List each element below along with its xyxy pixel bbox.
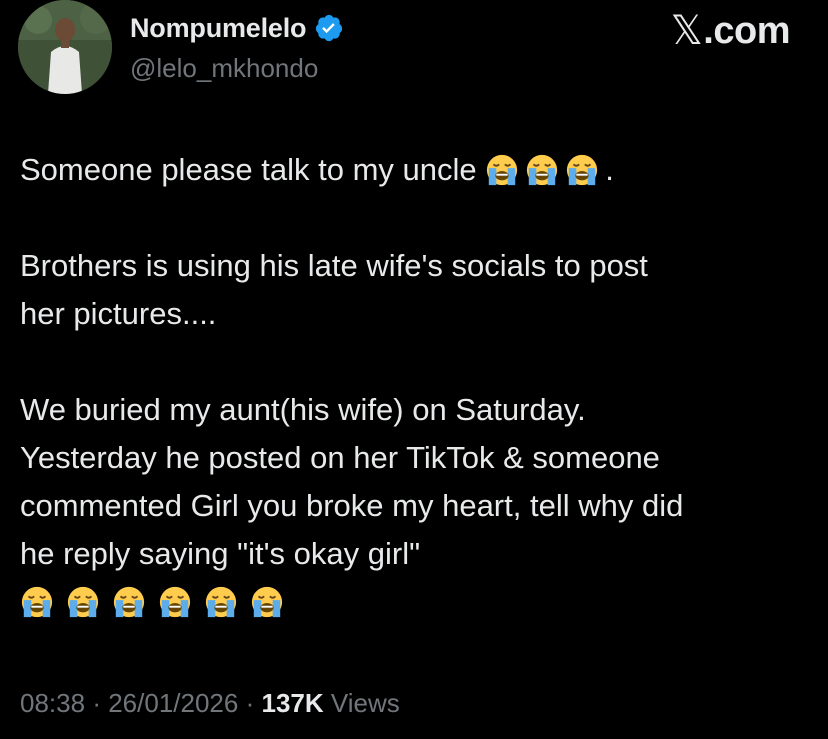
meta-separator: · (245, 688, 255, 718)
loudly-crying-face-icon (250, 585, 284, 619)
brand-domain: .com (703, 9, 790, 52)
x-logo-icon: 𝕏 (670, 8, 703, 54)
author-display-name[interactable]: Nompumelelo (130, 13, 307, 44)
views-label: Views (330, 688, 400, 718)
tweet-line-1-suffix: . (605, 152, 614, 187)
avatar[interactable] (18, 0, 112, 94)
tweet-card: Nompumelelo @lelo_mkhondo 𝕏 .com Someone… (0, 0, 828, 739)
tweet-line-1-text: Someone please talk to my uncle (20, 152, 477, 187)
verified-badge-icon (314, 13, 344, 43)
loudly-crying-face-icon (112, 585, 146, 619)
brand-logo: 𝕏 .com (670, 8, 791, 54)
author-handle[interactable]: @lelo_mkhondo (130, 53, 318, 84)
tweet-line-5: Yesterday he posted on her TikTok & some… (20, 440, 660, 475)
tweet-time[interactable]: 08:38 (20, 688, 85, 718)
meta-separator: · (92, 688, 101, 718)
tweet-line-7: he reply saying "it's okay girl" (20, 536, 421, 571)
loudly-crying-face-icon (525, 153, 559, 187)
trailing-emoji-group (20, 578, 810, 626)
avatar-image (18, 0, 112, 94)
tweet-date[interactable]: 26/01/2026 (108, 688, 238, 718)
tweet-line-2: Brothers is using his late wife's social… (20, 248, 648, 283)
loudly-crying-face-icon (204, 585, 238, 619)
tweet-line-1: Someone please talk to my uncle . (20, 146, 810, 194)
tweet-line-4: We buried my aunt(his wife) on Saturday. (20, 392, 586, 427)
loudly-crying-face-icon (66, 585, 100, 619)
line1-emoji-group (485, 152, 605, 187)
loudly-crying-face-icon (158, 585, 192, 619)
loudly-crying-face-icon (20, 585, 54, 619)
tweet-line-6: commented Girl you broke my heart, tell … (20, 488, 684, 523)
tweet-text: Someone please talk to my uncle . Brothe… (20, 146, 810, 626)
author-name-row: Nompumelelo (130, 11, 344, 45)
tweet-meta: 08:38 · 26/01/2026 · 137K Views (20, 688, 400, 719)
loudly-crying-face-icon (565, 153, 599, 187)
views-count[interactable]: 137K (262, 688, 324, 718)
loudly-crying-face-icon (485, 153, 519, 187)
tweet-line-3: her pictures.... (20, 296, 217, 331)
